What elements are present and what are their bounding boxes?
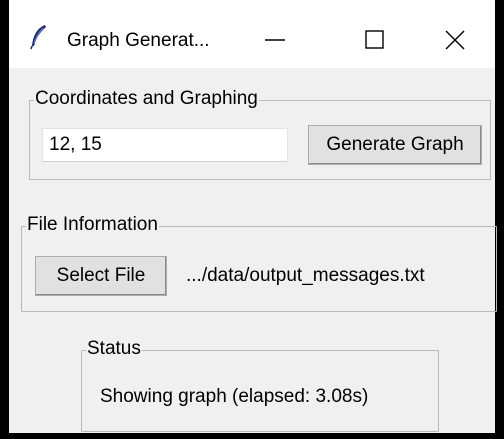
window-title: Graph Generat... (67, 30, 210, 51)
coordinates-group-label: Coordinates and Graphing (34, 87, 259, 111)
maximize-icon[interactable] (347, 20, 403, 60)
status-group-label: Status (86, 337, 142, 361)
file-information-group-label: File Information (26, 213, 159, 237)
file-path-label: .../data/output_messages.txt (186, 265, 425, 286)
coordinates-group: Coordinates and Graphing Generate Graph (29, 87, 491, 180)
status-text: Showing graph (elapsed: 3.08s) (100, 386, 369, 407)
generate-graph-button[interactable]: Generate Graph (308, 125, 482, 165)
title-bar[interactable]: Graph Generat... (9, 0, 495, 68)
file-information-group: File Information Select File .../data/ou… (21, 213, 497, 312)
app-window: Graph Generat... Coordinates and Graphin… (0, 0, 504, 439)
coordinates-input[interactable] (42, 128, 288, 162)
status-group: Status Showing graph (elapsed: 3.08s) (81, 337, 439, 432)
select-file-button[interactable]: Select File (35, 256, 167, 296)
feather-icon (29, 24, 49, 50)
minimize-icon[interactable] (247, 20, 303, 60)
close-icon[interactable] (427, 20, 483, 60)
